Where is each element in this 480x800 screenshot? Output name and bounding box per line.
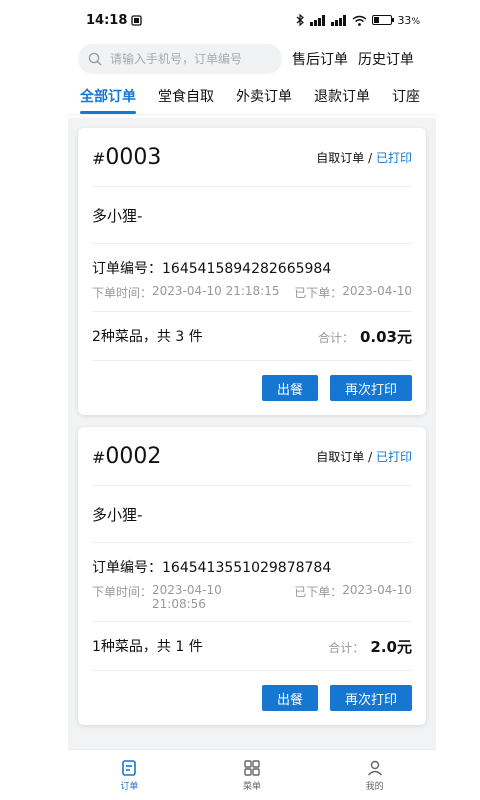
order-time-label: 下单时间： [92, 585, 153, 599]
order-id: 订单编号：1645413551029878784 [92, 560, 332, 576]
nav-profile[interactable]: 我的 [366, 759, 384, 792]
status-bar: 14:18 33% [68, 0, 436, 40]
order-tabs: 全部订单 堂食自取 外卖订单 退款订单 订座 [68, 76, 436, 115]
placed-label: 已下单： [294, 585, 343, 599]
order-number: 0002 [105, 443, 162, 469]
history-orders-link[interactable]: 历史订单 [358, 49, 414, 69]
battery-unit: % [411, 16, 420, 27]
items-summary: 2种菜品，共 3 件 [92, 329, 203, 345]
search-box[interactable] [78, 44, 282, 74]
order-time-label: 下单时间： [92, 286, 153, 300]
signal-icon-2 [331, 14, 347, 26]
order-total: 2.0元 [370, 637, 412, 656]
reprint-button[interactable]: 再次打印 [330, 375, 412, 401]
nav-orders-label: 订单 [120, 781, 139, 792]
order-list: #0003 自取订单 / 已打印 多小狸- 订单编号：1645415894282… [68, 118, 436, 750]
placed-date: 2023-04-10 [342, 284, 412, 298]
order-card: #0002 自取订单 / 已打印 多小狸- 订单编号：1645413551029… [78, 427, 426, 725]
order-hash: # [92, 148, 106, 168]
order-type: 自取订单 / [316, 150, 373, 165]
print-status: 已打印 [375, 150, 412, 165]
search-row: 售后订单 历史订单 [68, 42, 436, 76]
tab-delivery-orders[interactable]: 外卖订单 [236, 86, 292, 114]
reprint-button[interactable]: 再次打印 [330, 685, 412, 711]
battery-icon [372, 15, 395, 25]
app-screen: 14:18 33% 售后订单 历史订单 全部订单 堂食自取 外卖订单 退款订单 … [68, 0, 436, 800]
total-label: 合计： [317, 330, 354, 345]
tab-reservations[interactable]: 订座 [392, 86, 420, 114]
order-id: 订单编号：1645415894282665984 [92, 261, 332, 277]
order-time: 2023-04-10 21:18:15 [152, 284, 280, 298]
order-total: 0.03元 [359, 327, 412, 346]
search-input[interactable] [108, 51, 272, 67]
tab-all-orders[interactable]: 全部订单 [80, 86, 136, 114]
signal-icon [310, 14, 326, 26]
tab-dine-in-pickup[interactable]: 堂食自取 [158, 86, 214, 114]
status-time: 14:18 [86, 12, 128, 28]
order-hash: # [92, 447, 106, 467]
serve-button[interactable]: 出餐 [262, 375, 318, 401]
battery-level: 33 [397, 13, 412, 27]
order-time: 2023-04-10 21:08:56 [152, 583, 222, 611]
customer-name: 多小狸- [92, 187, 412, 244]
nav-menu-label: 菜单 [242, 781, 261, 792]
order-number: 0003 [105, 144, 162, 170]
user-icon [367, 760, 382, 775]
nav-orders[interactable]: 订单 [120, 759, 138, 792]
order-type: 自取订单 / [316, 449, 373, 464]
wifi-icon [352, 15, 367, 26]
order-icon [122, 759, 137, 776]
items-summary: 1种菜品，共 1 件 [92, 639, 203, 655]
app-notification-icon [131, 14, 143, 26]
order-card: #0003 自取订单 / 已打印 多小狸- 订单编号：1645415894282… [78, 128, 426, 415]
placed-date: 2023-04-10 [342, 583, 412, 597]
customer-name: 多小狸- [92, 486, 412, 543]
print-status: 已打印 [375, 449, 412, 464]
placed-label: 已下单： [294, 286, 343, 300]
after-sales-orders-link[interactable]: 售后订单 [292, 49, 348, 69]
tab-refund-orders[interactable]: 退款订单 [314, 86, 370, 114]
total-label: 合计： [328, 640, 365, 655]
bluetooth-icon [297, 14, 305, 26]
serve-button[interactable]: 出餐 [262, 685, 318, 711]
bottom-nav: 订单 菜单 我的 [68, 749, 436, 800]
nav-menu[interactable]: 菜单 [243, 759, 261, 792]
grid-icon [244, 759, 260, 776]
search-icon [88, 52, 102, 66]
nav-profile-label: 我的 [365, 781, 384, 792]
